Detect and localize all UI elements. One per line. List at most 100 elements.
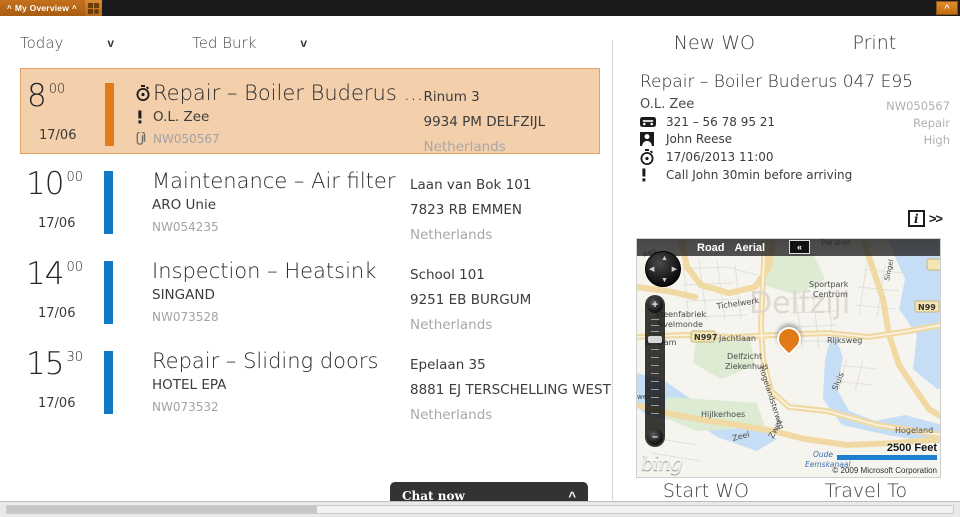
appointment-row[interactable]: 15 30 17/06 Repair – Sliding doors HOTEL… (20, 334, 600, 424)
appointment-time: 15 30 17/06 (20, 347, 104, 411)
detail-datetime: 17/06/2013 11:00 (666, 150, 774, 164)
map-zoom-out-button[interactable]: – (647, 429, 663, 445)
appointment-minute: 00 (66, 260, 83, 275)
appointment-contact: HOTEL EPA (152, 374, 226, 396)
address-street: Rinum 3 (423, 85, 613, 110)
address-street: Laan van Bok 101 (410, 173, 600, 198)
appointment-status-bar (105, 83, 114, 146)
appointment-address: Epelaan 35 8881 EJ TERSCHELLING WEST Net… (410, 347, 600, 428)
appointment-reference: NW073532 (152, 396, 219, 418)
appointment-minute: 30 (66, 350, 83, 365)
svg-text:Delfzicht: Delfzicht (727, 352, 762, 361)
stopwatch-icon (640, 149, 666, 165)
info-button[interactable]: i (908, 210, 925, 227)
new-wo-button[interactable]: New WO (674, 32, 755, 54)
window-tab-my-overview[interactable]: ^ My Overview ^ (0, 0, 85, 16)
appointment-address: Rinum 3 9934 PM DELFZIJL Netherlands (423, 79, 613, 160)
svg-text:Hijlkerhoes: Hijlkerhoes (701, 410, 745, 419)
detail-type: Repair (886, 115, 950, 132)
appointment-address: Laan van Bok 101 7823 RB EMMEN Netherlan… (410, 167, 600, 248)
detail-meta: NW050567 Repair High (886, 98, 950, 149)
appointment-time: 14 00 17/06 (20, 257, 104, 321)
appointment-contact: SINGAND (152, 284, 215, 306)
address-country: Netherlands (410, 403, 600, 428)
appointment-minute: 00 (49, 82, 66, 97)
title-bar-filler (102, 0, 936, 16)
address-street: Epelaan 35 (410, 353, 600, 378)
pan-up-icon[interactable]: ▲ (661, 255, 668, 262)
detail-datetime-row: 17/06/2013 11:00 (640, 149, 950, 165)
appointment-main: Repair – Boiler Buderus ... O.L. Zee (114, 79, 423, 150)
application-window: ^ My Overview ^ ^ Today v Ted Burk (0, 0, 960, 517)
appointment-reference: NW050567 (153, 128, 220, 150)
expand-button[interactable]: >> (929, 211, 942, 226)
print-button[interactable]: Print (853, 32, 897, 54)
appointment-row[interactable]: 8 00 17/06 (20, 68, 600, 154)
tab-caret-left-icon: ^ (7, 4, 12, 13)
appointment-main: Repair – Sliding doors HOTEL EPA NW07353… (113, 347, 410, 418)
person-icon (640, 132, 666, 146)
travel-to-button[interactable]: Travel To (825, 480, 908, 502)
user-filter-label: Ted Burk (192, 34, 256, 52)
map-scale-label: 2500 Feet (837, 442, 937, 454)
map-scale-bar (837, 455, 937, 460)
appointment-date: 17/06 (27, 128, 105, 143)
paperclip-icon (136, 132, 153, 146)
appointment-minute: 00 (66, 170, 83, 185)
title-bar: ^ My Overview ^ ^ (0, 0, 960, 16)
work-order-detail: Repair – Boiler Buderus 047 E95 O.L. Zee… (640, 72, 950, 182)
svg-text:N99: N99 (918, 303, 936, 312)
stopwatch-icon (136, 85, 153, 101)
appointment-title: Inspection – Heatsink (152, 258, 376, 284)
pan-right-icon[interactable]: ▶ (672, 266, 677, 273)
filter-toolbar: Today v Ted Burk v (20, 22, 600, 64)
map-collapse-button[interactable]: « (789, 240, 810, 254)
appointment-hour: 14 (26, 259, 63, 289)
appointment-reference: NW073528 (152, 306, 219, 328)
address-city: 8881 EJ TERSCHELLING WEST (410, 378, 600, 403)
horizontal-scrollbar-thumb[interactable] (7, 506, 317, 513)
appointment-row[interactable]: 14 00 17/06 Inspection – Heatsink SINGAN… (20, 244, 600, 334)
appointment-time: 8 00 17/06 (21, 79, 105, 143)
appointment-row[interactable]: 10 00 17/06 Maintenance – Air filter ARO… (20, 154, 600, 244)
appointment-status-bar (104, 351, 113, 414)
pan-left-icon[interactable]: ◀ (649, 266, 654, 273)
svg-text:Oude: Oude (813, 450, 833, 459)
appointment-main: Maintenance – Air filter ARO Unie NW0542… (113, 167, 410, 238)
address-city: 7823 RB EMMEN (410, 198, 600, 223)
appointment-date: 17/06 (26, 396, 104, 411)
appointment-contact: O.L. Zee (153, 106, 209, 128)
svg-text:Sportpark: Sportpark (809, 280, 849, 289)
map-mode-aerial[interactable]: Aerial (735, 242, 766, 254)
start-wo-button[interactable]: Start WO (663, 480, 749, 502)
appointment-reference: NW054235 (152, 216, 219, 238)
appointment-hour: 10 (26, 169, 63, 199)
exclamation-icon (640, 168, 666, 182)
map-zoom-in-button[interactable]: + (647, 297, 663, 313)
user-filter[interactable]: Ted Burk v (192, 34, 307, 52)
detail-phone: 321 – 56 78 95 21 (666, 115, 775, 129)
date-filter[interactable]: Today v (20, 34, 114, 52)
address-street: School 101 (410, 263, 600, 288)
tab-label: My Overview (15, 3, 69, 13)
app-glyph-icon (88, 3, 99, 14)
appointment-address: School 101 9251 EB BURGUM Netherlands (410, 257, 600, 338)
map-mode-road[interactable]: Road (697, 242, 725, 254)
map-zoom-slider[interactable]: + – (645, 295, 665, 447)
appointment-title: Repair – Boiler Buderus ... (153, 80, 423, 106)
detail-priority: High (886, 132, 950, 149)
exclamation-icon (136, 110, 153, 124)
app-icon[interactable] (85, 0, 102, 16)
address-city: 9251 EB BURGUM (410, 288, 600, 313)
appointment-list: 8 00 17/06 (20, 68, 600, 424)
detail-note: Call John 30min before arriving (666, 168, 852, 182)
minimize-ribbon-button[interactable]: ^ (936, 1, 958, 15)
detail-company: O.L. Zee (640, 97, 694, 112)
pan-down-icon[interactable]: ▼ (661, 277, 668, 284)
date-filter-label: Today (20, 34, 63, 52)
svg-text:N997: N997 (694, 333, 717, 342)
location-map[interactable]: Delfzijl Sportpark Centrum Tichelwerk St… (636, 238, 941, 478)
appointment-contact: ARO Unie (152, 194, 216, 216)
map-zoom-handle[interactable] (648, 336, 662, 343)
map-pan-control[interactable]: ▲ ▼ ◀ ▶ (645, 251, 681, 287)
